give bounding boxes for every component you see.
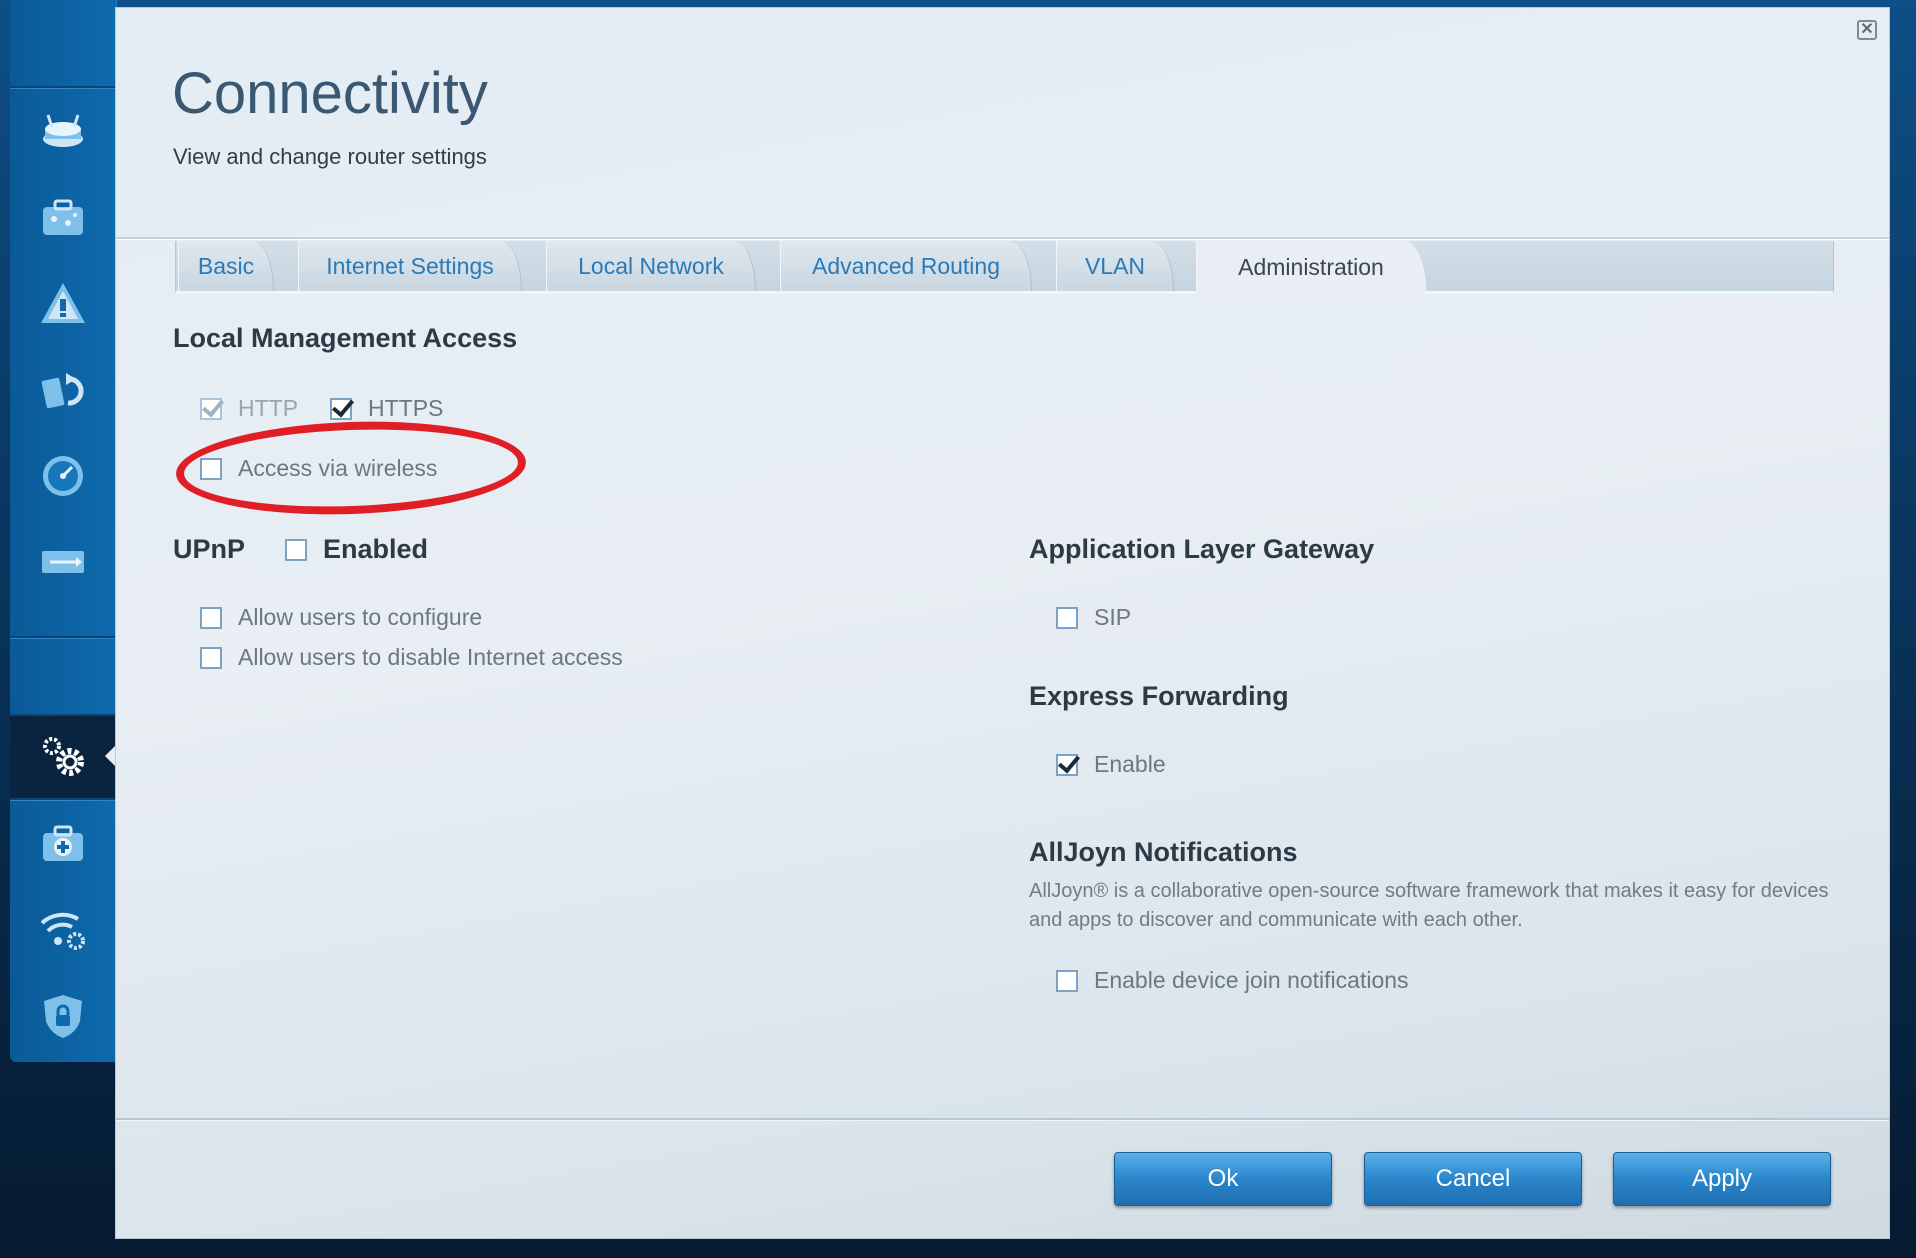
nav-item-router[interactable] bbox=[10, 92, 116, 172]
page-subtitle: View and change router settings bbox=[173, 144, 487, 169]
tab-administration[interactable]: Administration bbox=[1196, 241, 1426, 294]
nav-item-connectivity[interactable] bbox=[10, 716, 117, 798]
tab-vlan[interactable]: VLAN bbox=[1056, 241, 1174, 291]
apply-button[interactable]: Apply bbox=[1613, 1152, 1831, 1206]
local-management-title: Local Management Access bbox=[173, 323, 518, 353]
allow-disable-internet-label: Allow users to disable Internet access bbox=[238, 644, 623, 670]
connectivity-gears-icon bbox=[43, 737, 84, 776]
nav-item-firmware[interactable] bbox=[10, 350, 116, 430]
upnp-enabled-option: Enabled bbox=[285, 534, 428, 565]
tab-internet-settings[interactable]: Internet Settings bbox=[298, 241, 522, 291]
sip-label: SIP bbox=[1094, 604, 1132, 630]
allow-configure-option: Allow users to configure bbox=[200, 604, 482, 631]
alg-title: Application Layer Gateway bbox=[1029, 534, 1375, 564]
device-list-icon bbox=[43, 199, 83, 235]
footer-divider bbox=[116, 1118, 1889, 1121]
express-forwarding-title: Express Forwarding bbox=[1029, 681, 1289, 711]
http-option: HTTP bbox=[200, 395, 298, 422]
nav-item-troubleshoot-kit[interactable] bbox=[10, 804, 116, 884]
express-forwarding-label: Enable bbox=[1094, 751, 1166, 777]
http-label: HTTP bbox=[238, 395, 299, 421]
connectivity-dialog: ✕ Connectivity View and change router se… bbox=[116, 8, 1889, 1238]
firmware-update-icon bbox=[41, 373, 84, 409]
alljoyn-title: AllJoyn Notifications bbox=[1029, 837, 1298, 867]
tab-bar: Basic Internet Settings Local Network Ad… bbox=[175, 241, 1834, 294]
express-forwarding-checkbox[interactable] bbox=[1056, 753, 1078, 776]
alljoyn-description: AllJoyn® is a collaborative open-source … bbox=[1029, 880, 1829, 931]
cancel-button[interactable]: Cancel bbox=[1364, 1152, 1582, 1206]
alljoyn-notify-label: Enable device join notifications bbox=[1094, 967, 1409, 993]
sidebar-divider bbox=[10, 636, 116, 639]
sidebar-divider bbox=[10, 86, 116, 89]
close-icon: ✕ bbox=[1860, 21, 1874, 38]
https-option: HTTPS bbox=[330, 395, 443, 422]
security-shield-icon bbox=[44, 995, 82, 1038]
upnp-enabled-label: Enabled bbox=[323, 534, 429, 564]
nav-item-devices[interactable] bbox=[10, 178, 116, 258]
tab-advanced-routing[interactable]: Advanced Routing bbox=[780, 241, 1032, 291]
allow-configure-label: Allow users to configure bbox=[238, 604, 483, 630]
nav-item-wireless[interactable] bbox=[10, 890, 116, 970]
allow-configure-checkbox[interactable] bbox=[200, 606, 222, 629]
https-label: HTTPS bbox=[368, 395, 444, 421]
red-highlight-annotation bbox=[174, 415, 528, 521]
speed-test-icon bbox=[43, 456, 83, 496]
alljoyn-notify-option: Enable device join notifications bbox=[1056, 967, 1409, 994]
header-divider bbox=[116, 237, 1889, 240]
http-checkbox[interactable] bbox=[200, 397, 222, 420]
close-button[interactable]: ✕ bbox=[1857, 20, 1877, 40]
upnp-enabled-checkbox[interactable] bbox=[285, 538, 307, 561]
nav-item-troubleshooting[interactable] bbox=[10, 264, 116, 344]
wireless-settings-icon bbox=[40, 912, 85, 950]
allow-disable-internet-checkbox[interactable] bbox=[200, 646, 222, 669]
troubleshooting-icon bbox=[41, 283, 85, 323]
tab-local-network[interactable]: Local Network bbox=[546, 241, 756, 291]
nav-item-usb-storage[interactable] bbox=[10, 522, 116, 602]
tab-basic[interactable]: Basic bbox=[178, 241, 274, 291]
sip-checkbox[interactable] bbox=[1056, 606, 1078, 629]
nav-item-security[interactable] bbox=[10, 976, 116, 1056]
page-title: Connectivity bbox=[172, 61, 488, 126]
usb-storage-icon bbox=[42, 551, 84, 573]
sip-option: SIP bbox=[1056, 604, 1131, 631]
sidebar-divider bbox=[10, 798, 116, 801]
express-forwarding-option: Enable bbox=[1056, 751, 1166, 778]
alljoyn-notify-checkbox[interactable] bbox=[1056, 969, 1078, 992]
left-nav-sidebar bbox=[10, 0, 117, 1062]
nav-item-speed-test[interactable] bbox=[10, 436, 116, 516]
router-icon bbox=[43, 114, 83, 147]
troubleshoot-kit-icon bbox=[43, 825, 83, 861]
allow-disable-internet-option: Allow users to disable Internet access bbox=[200, 644, 623, 671]
https-checkbox[interactable] bbox=[330, 397, 352, 420]
ok-button[interactable]: Ok bbox=[1114, 1152, 1332, 1206]
upnp-title: UPnP bbox=[173, 534, 246, 564]
